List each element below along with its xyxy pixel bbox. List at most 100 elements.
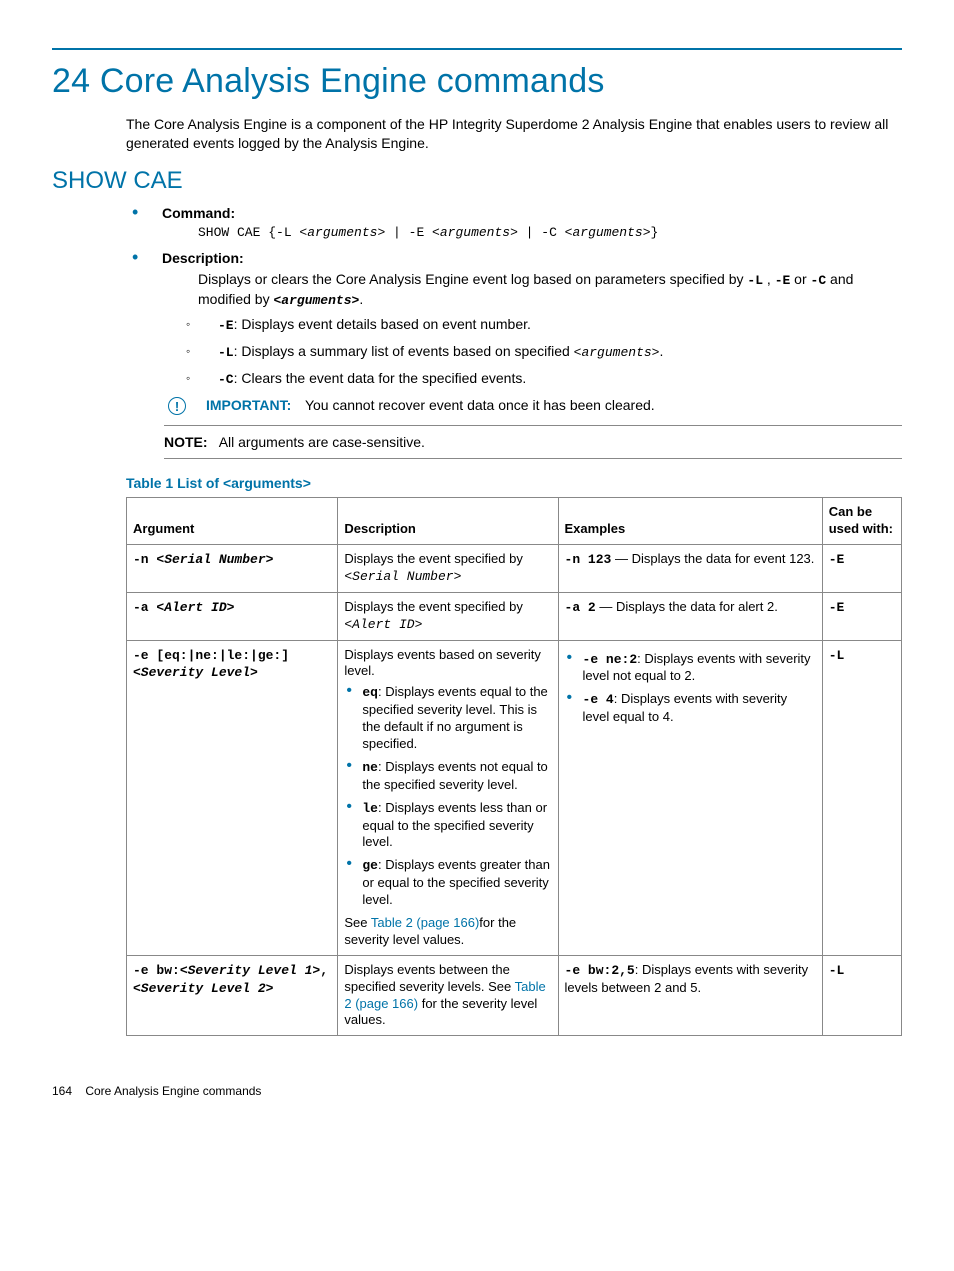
ex-code: -e bw:2,5 xyxy=(565,963,635,978)
used-code: -L xyxy=(829,963,845,978)
ex-dash: — xyxy=(611,551,631,566)
syntax-arg: arguments xyxy=(440,225,510,240)
table-caption: Table 1 List of <arguments> xyxy=(126,475,902,491)
ex-code: -e 4 xyxy=(583,692,614,707)
list-item: le: Displays events less than or equal t… xyxy=(344,800,551,852)
note-rule-bottom xyxy=(164,458,902,459)
ex-code: -n 123 xyxy=(565,552,612,567)
note-text: All arguments are case-sensitive. xyxy=(219,434,425,450)
th-examples: Examples xyxy=(558,498,822,545)
see-text: See xyxy=(344,915,371,930)
description-label: Description: xyxy=(162,250,244,266)
arguments-table: Argument Description Examples Can be use… xyxy=(126,497,902,1036)
flag-code: -C xyxy=(218,372,234,387)
used-code: -E xyxy=(829,552,845,567)
desc-text: Displays events between the specified se… xyxy=(344,962,514,994)
th-description: Description xyxy=(338,498,558,545)
cell-examples: -n 123 — Displays the data for event 123… xyxy=(558,544,822,592)
top-rule xyxy=(52,48,902,50)
important-body: IMPORTANT: You cannot recover event data… xyxy=(206,397,655,413)
arg-var: <Serial Number> xyxy=(156,552,273,567)
important-label: IMPORTANT: xyxy=(206,397,291,413)
th-argument: Argument xyxy=(127,498,338,545)
desc-text: Displays or clears the Core Analysis Eng… xyxy=(198,271,747,287)
command-list: Command: SHOW CAE {-L <arguments> | -E <… xyxy=(126,205,902,387)
see-link[interactable]: Table 2 (page 166) xyxy=(371,915,479,930)
syntax-text: > | -E < xyxy=(377,225,439,240)
arg-sep: , xyxy=(320,963,328,978)
li-code: ne xyxy=(362,760,378,775)
desc-var: <Serial Number> xyxy=(344,569,461,584)
li-text: : Displays events greater than or equal … xyxy=(362,857,550,907)
desc-text: or xyxy=(790,271,810,287)
li-code: eq xyxy=(362,685,378,700)
desc-text: , xyxy=(763,271,775,287)
important-text: You cannot recover event data once it ha… xyxy=(305,397,655,413)
list-item: -e ne:2: Displays events with severity l… xyxy=(565,651,816,686)
chapter-title-text: Core Analysis Engine commands xyxy=(100,62,605,100)
desc-text: . xyxy=(359,291,363,307)
desc-text: Displays the event specified by xyxy=(344,551,522,566)
description-item: Description: Displays or clears the Core… xyxy=(126,250,902,387)
li-text: : Displays events not equal to the speci… xyxy=(362,759,547,792)
ex-code: -a 2 xyxy=(565,600,596,615)
cell-examples: -e bw:2,5: Displays events with severity… xyxy=(558,955,822,1036)
table-row: -e bw:<Severity Level 1>,<Severity Level… xyxy=(127,955,902,1036)
flag-text: : Displays event details based on event … xyxy=(234,316,531,332)
ex-dash: — xyxy=(596,599,616,614)
cell-description: Displays events based on severity level.… xyxy=(338,640,558,955)
important-note: ! IMPORTANT: You cannot recover event da… xyxy=(168,397,902,415)
flag-C: -C xyxy=(811,273,827,288)
flag-L: -L xyxy=(747,273,763,288)
syntax-text: >} xyxy=(643,225,659,240)
flag-text: . xyxy=(659,343,663,359)
desc-text: Displays events based on severity level. xyxy=(344,647,541,679)
cell-used-with: -L xyxy=(822,955,901,1036)
cell-description: Displays the event specified by <Serial … xyxy=(338,544,558,592)
syntax-arg: arguments xyxy=(573,225,643,240)
cell-argument: -e bw:<Severity Level 1>,<Severity Level… xyxy=(127,955,338,1036)
arg-code: -a xyxy=(133,600,156,615)
arg-code: -e [eq:|ne:|le:|ge:] xyxy=(133,648,289,663)
ex-text: Displays the data for event 123. xyxy=(632,551,815,566)
syntax-arg: arguments xyxy=(307,225,377,240)
flag-arg: <arguments> xyxy=(574,345,660,360)
cell-argument: -a <Alert ID> xyxy=(127,592,338,640)
arg-var: <Severity Level 1> xyxy=(180,963,320,978)
syntax-text: > | -C < xyxy=(510,225,572,240)
desc-args: <arguments> xyxy=(273,293,359,308)
cell-used-with: -L xyxy=(822,640,901,955)
cell-used-with: -E xyxy=(822,544,901,592)
ex-list: -e ne:2 : Displays events with severity l… xyxy=(565,651,816,727)
li-code: le xyxy=(362,801,378,816)
arg-var: <Alert ID> xyxy=(156,600,234,615)
table-header-row: Argument Description Examples Can be use… xyxy=(127,498,902,545)
desc-list: eq: Displays events equal to the specifi… xyxy=(344,684,551,909)
important-icon: ! xyxy=(168,397,186,415)
page-footer: 164 Core Analysis Engine commands xyxy=(52,1084,902,1098)
list-item: ne: Displays events not equal to the spe… xyxy=(344,759,551,794)
used-code: -E xyxy=(829,600,845,615)
table-row: -a <Alert ID> Displays the event specifi… xyxy=(127,592,902,640)
command-syntax: SHOW CAE {-L <arguments> | -E <arguments… xyxy=(198,225,902,240)
chapter-intro: The Core Analysis Engine is a component … xyxy=(126,115,902,153)
arg-var: <Severity Level> xyxy=(133,665,258,680)
flag-item-C: -C: Clears the event data for the specif… xyxy=(162,370,902,387)
flag-E: -E xyxy=(775,273,791,288)
syntax-text: SHOW CAE {-L < xyxy=(198,225,307,240)
desc-text: Displays the event specified by xyxy=(344,599,522,614)
arg-var: <Severity Level 2> xyxy=(133,981,273,996)
ex-text: : Displays events with severity level eq… xyxy=(583,691,788,724)
li-text: : Displays events equal to the specified… xyxy=(362,684,547,751)
cell-argument: -n <Serial Number> xyxy=(127,544,338,592)
description-body: Displays or clears the Core Analysis Eng… xyxy=(198,270,902,310)
flag-item-L: -L: Displays a summary list of events ba… xyxy=(162,343,902,360)
desc-var: <Alert ID> xyxy=(344,617,422,632)
cell-argument: -e [eq:|ne:|le:|ge:] <Severity Level> xyxy=(127,640,338,955)
ex-code: -e ne:2 xyxy=(583,652,638,667)
note-block: NOTE: All arguments are case-sensitive. xyxy=(164,425,902,459)
table-row: -e [eq:|ne:|le:|ge:] <Severity Level> Di… xyxy=(127,640,902,955)
command-label: Command: xyxy=(162,205,235,221)
flag-list: -E: Displays event details based on even… xyxy=(162,316,902,387)
li-text: : Displays events less than or equal to … xyxy=(362,800,547,850)
